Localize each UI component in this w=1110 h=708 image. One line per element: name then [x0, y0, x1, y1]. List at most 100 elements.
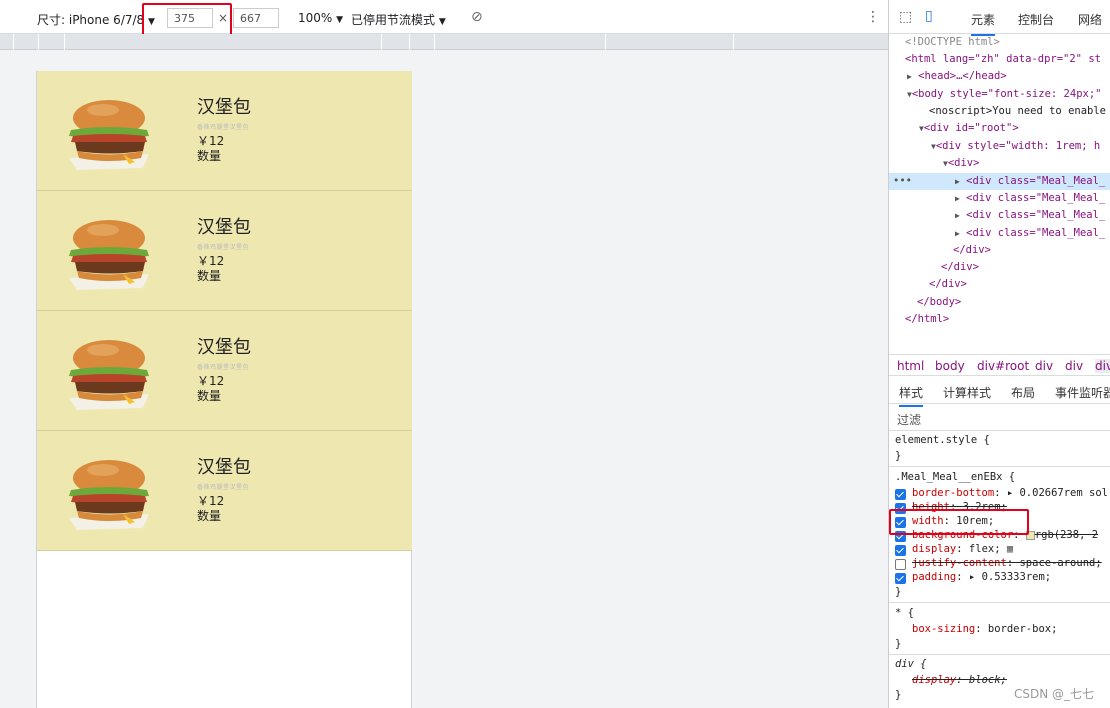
- expand-triangle-icon[interactable]: ▶: [955, 177, 960, 186]
- property-checkbox[interactable]: [895, 503, 906, 514]
- meal-name: 汉堡包: [197, 97, 251, 118]
- media-query-ruler: [0, 34, 888, 50]
- property-name[interactable]: width: [912, 515, 944, 527]
- throttle-select[interactable]: 已停用节流模式 ▼: [351, 11, 446, 28]
- breadcrumb-item[interactable]: html: [897, 359, 924, 373]
- property-value[interactable]: ▸ 0.02667rem sol: [1007, 487, 1108, 499]
- tab-layout[interactable]: 布局: [1011, 384, 1035, 401]
- meal-item[interactable]: 汉堡包 香辣鸡腿堡汉堡包 ￥12 数量: [37, 431, 412, 551]
- meal-quantity: 数量: [197, 509, 222, 523]
- expand-triangle-icon[interactable]: ▶: [955, 211, 960, 220]
- rule-close: }: [895, 450, 902, 462]
- burger-image: [69, 220, 149, 290]
- inspect-element-icon[interactable]: ⬚: [899, 9, 912, 25]
- meal-item[interactable]: 汉堡包 香辣鸡腿堡汉堡包 ￥12 数量: [37, 71, 412, 191]
- dom-line[interactable]: <div class="Meal_Meal_: [966, 175, 1105, 187]
- property-checkbox[interactable]: [895, 573, 906, 584]
- rule-close: }: [895, 689, 902, 701]
- meal-description: 香辣鸡腿堡汉堡包: [197, 124, 250, 131]
- rule-selector: * {: [895, 607, 914, 619]
- elements-tree: <!DOCTYPE html> <html lang="zh" data-dpr…: [889, 34, 1110, 352]
- breadcrumb-item[interactable]: div#root: [977, 359, 1029, 373]
- expand-triangle-icon[interactable]: ▶: [907, 72, 912, 81]
- chevron-down-icon: ▼: [438, 17, 446, 27]
- meal-description: 香辣鸡腿堡汉堡包: [197, 244, 250, 251]
- device-toggle-icon[interactable]: ▯: [925, 8, 933, 24]
- device-select[interactable]: 尺寸: iPhone 6/7/8 ▼: [37, 11, 155, 28]
- more-options-icon[interactable]: ⋮: [866, 9, 880, 25]
- chevron-down-icon: ▼: [148, 17, 155, 27]
- dom-line[interactable]: <div class="Meal_Meal_: [966, 209, 1105, 221]
- dom-line[interactable]: </body>: [917, 294, 961, 311]
- dom-line[interactable]: </html>: [905, 311, 949, 328]
- chevron-down-icon: ▼: [336, 15, 344, 25]
- property-value[interactable]: space-around;: [1019, 557, 1101, 569]
- dom-line[interactable]: <!DOCTYPE html>: [905, 34, 1000, 51]
- dom-line[interactable]: <div>: [948, 157, 980, 169]
- property-name[interactable]: border-bottom: [912, 487, 994, 499]
- flexbox-editor-icon[interactable]: ▦: [1007, 543, 1013, 555]
- tab-computed[interactable]: 计算样式: [943, 384, 991, 401]
- breadcrumb-item[interactable]: div: [1095, 359, 1110, 373]
- tab-elements[interactable]: 元素: [971, 11, 996, 36]
- dom-line[interactable]: <div class="Meal_Meal_: [966, 227, 1105, 239]
- device-viewport-pane: 尺寸: iPhone 6/7/8 ▼ 375 × 667 100% ▼ 已停用节…: [0, 0, 888, 708]
- dom-line[interactable]: </div>: [929, 276, 967, 293]
- devtools-tabbar: ⬚ ▯ 元素 控制台 网络: [889, 0, 1110, 36]
- dom-line[interactable]: <html lang="zh" data-dpr="2" st: [905, 51, 1101, 68]
- property-value: block;: [968, 674, 1007, 686]
- height-input[interactable]: 667: [233, 8, 279, 28]
- dom-line[interactable]: <body style="font-size: 24px;": [912, 88, 1102, 100]
- breadcrumb-item[interactable]: body: [935, 359, 965, 373]
- meal-name: 汉堡包: [197, 217, 251, 238]
- tab-console[interactable]: 控制台: [1018, 11, 1054, 28]
- meal-item[interactable]: 汉堡包 香辣鸡腿堡汉堡包 ￥12 数量: [37, 311, 412, 431]
- dom-line[interactable]: </div>: [941, 259, 979, 276]
- property-value[interactable]: flex;: [969, 543, 1001, 555]
- property-checkbox[interactable]: [895, 531, 906, 542]
- property-value[interactable]: 3.2rem;: [963, 501, 1007, 513]
- property-name[interactable]: background-color: [912, 529, 1013, 541]
- property-checkbox[interactable]: [895, 559, 906, 570]
- property-checkbox[interactable]: [895, 545, 906, 556]
- property-name: display: [912, 674, 957, 686]
- expand-triangle-icon[interactable]: ▶: [955, 229, 960, 238]
- zoom-label: 100%: [298, 11, 333, 25]
- device-toolbar: 尺寸: iPhone 6/7/8 ▼ 375 × 667 100% ▼ 已停用节…: [0, 0, 888, 43]
- expand-triangle-icon[interactable]: ▶: [955, 194, 960, 203]
- tab-event-listeners[interactable]: 事件监听器: [1055, 384, 1110, 401]
- tab-network[interactable]: 网络: [1078, 11, 1102, 28]
- color-swatch[interactable]: [1025, 530, 1035, 540]
- dom-line[interactable]: <div class="Meal_Meal_: [966, 192, 1105, 204]
- breadcrumb-item[interactable]: div: [1065, 359, 1083, 373]
- dom-line[interactable]: </div>: [953, 242, 991, 259]
- dom-line[interactable]: <noscript>You need to enable: [929, 103, 1106, 120]
- property-name[interactable]: justify-content: [912, 557, 1007, 569]
- meal-quantity: 数量: [197, 149, 222, 163]
- width-input[interactable]: 375: [167, 8, 213, 28]
- device-screen: 汉堡包 香辣鸡腿堡汉堡包 ￥12 数量 汉堡包 香辣鸡腿堡汉堡包 ￥12 数量 …: [36, 71, 412, 708]
- more-dots-icon[interactable]: •••: [893, 173, 912, 190]
- property-value[interactable]: ▸ 0.53333rem;: [969, 571, 1051, 583]
- property-name[interactable]: display: [912, 543, 956, 555]
- meal-name: 汉堡包: [197, 337, 251, 358]
- property-value[interactable]: 10rem;: [956, 515, 994, 527]
- property-value[interactable]: border-box;: [988, 623, 1058, 635]
- meal-item[interactable]: 汉堡包 香辣鸡腿堡汉堡包 ￥12 数量: [37, 191, 412, 311]
- property-checkbox[interactable]: [895, 517, 906, 528]
- property-checkbox[interactable]: [895, 489, 906, 500]
- dom-line[interactable]: <div style="width: 1rem; h: [936, 140, 1100, 152]
- property-value[interactable]: rgb(238, 2: [1035, 529, 1098, 541]
- dom-line[interactable]: <head>…</head>: [918, 70, 1007, 82]
- watermark: CSDN @_七七: [1014, 687, 1095, 701]
- burger-image: [69, 460, 149, 530]
- property-name[interactable]: height: [912, 501, 950, 513]
- breadcrumb-item[interactable]: div: [1035, 359, 1053, 373]
- zoom-select[interactable]: 100% ▼: [298, 11, 343, 25]
- property-name[interactable]: box-sizing: [912, 623, 975, 635]
- times-separator: ×: [218, 11, 229, 25]
- rotate-icon[interactable]: ⊘: [471, 9, 483, 25]
- styles-filter-input[interactable]: 过滤: [889, 404, 1110, 431]
- property-name[interactable]: padding: [912, 571, 956, 583]
- dom-line[interactable]: <div id="root">: [924, 122, 1019, 134]
